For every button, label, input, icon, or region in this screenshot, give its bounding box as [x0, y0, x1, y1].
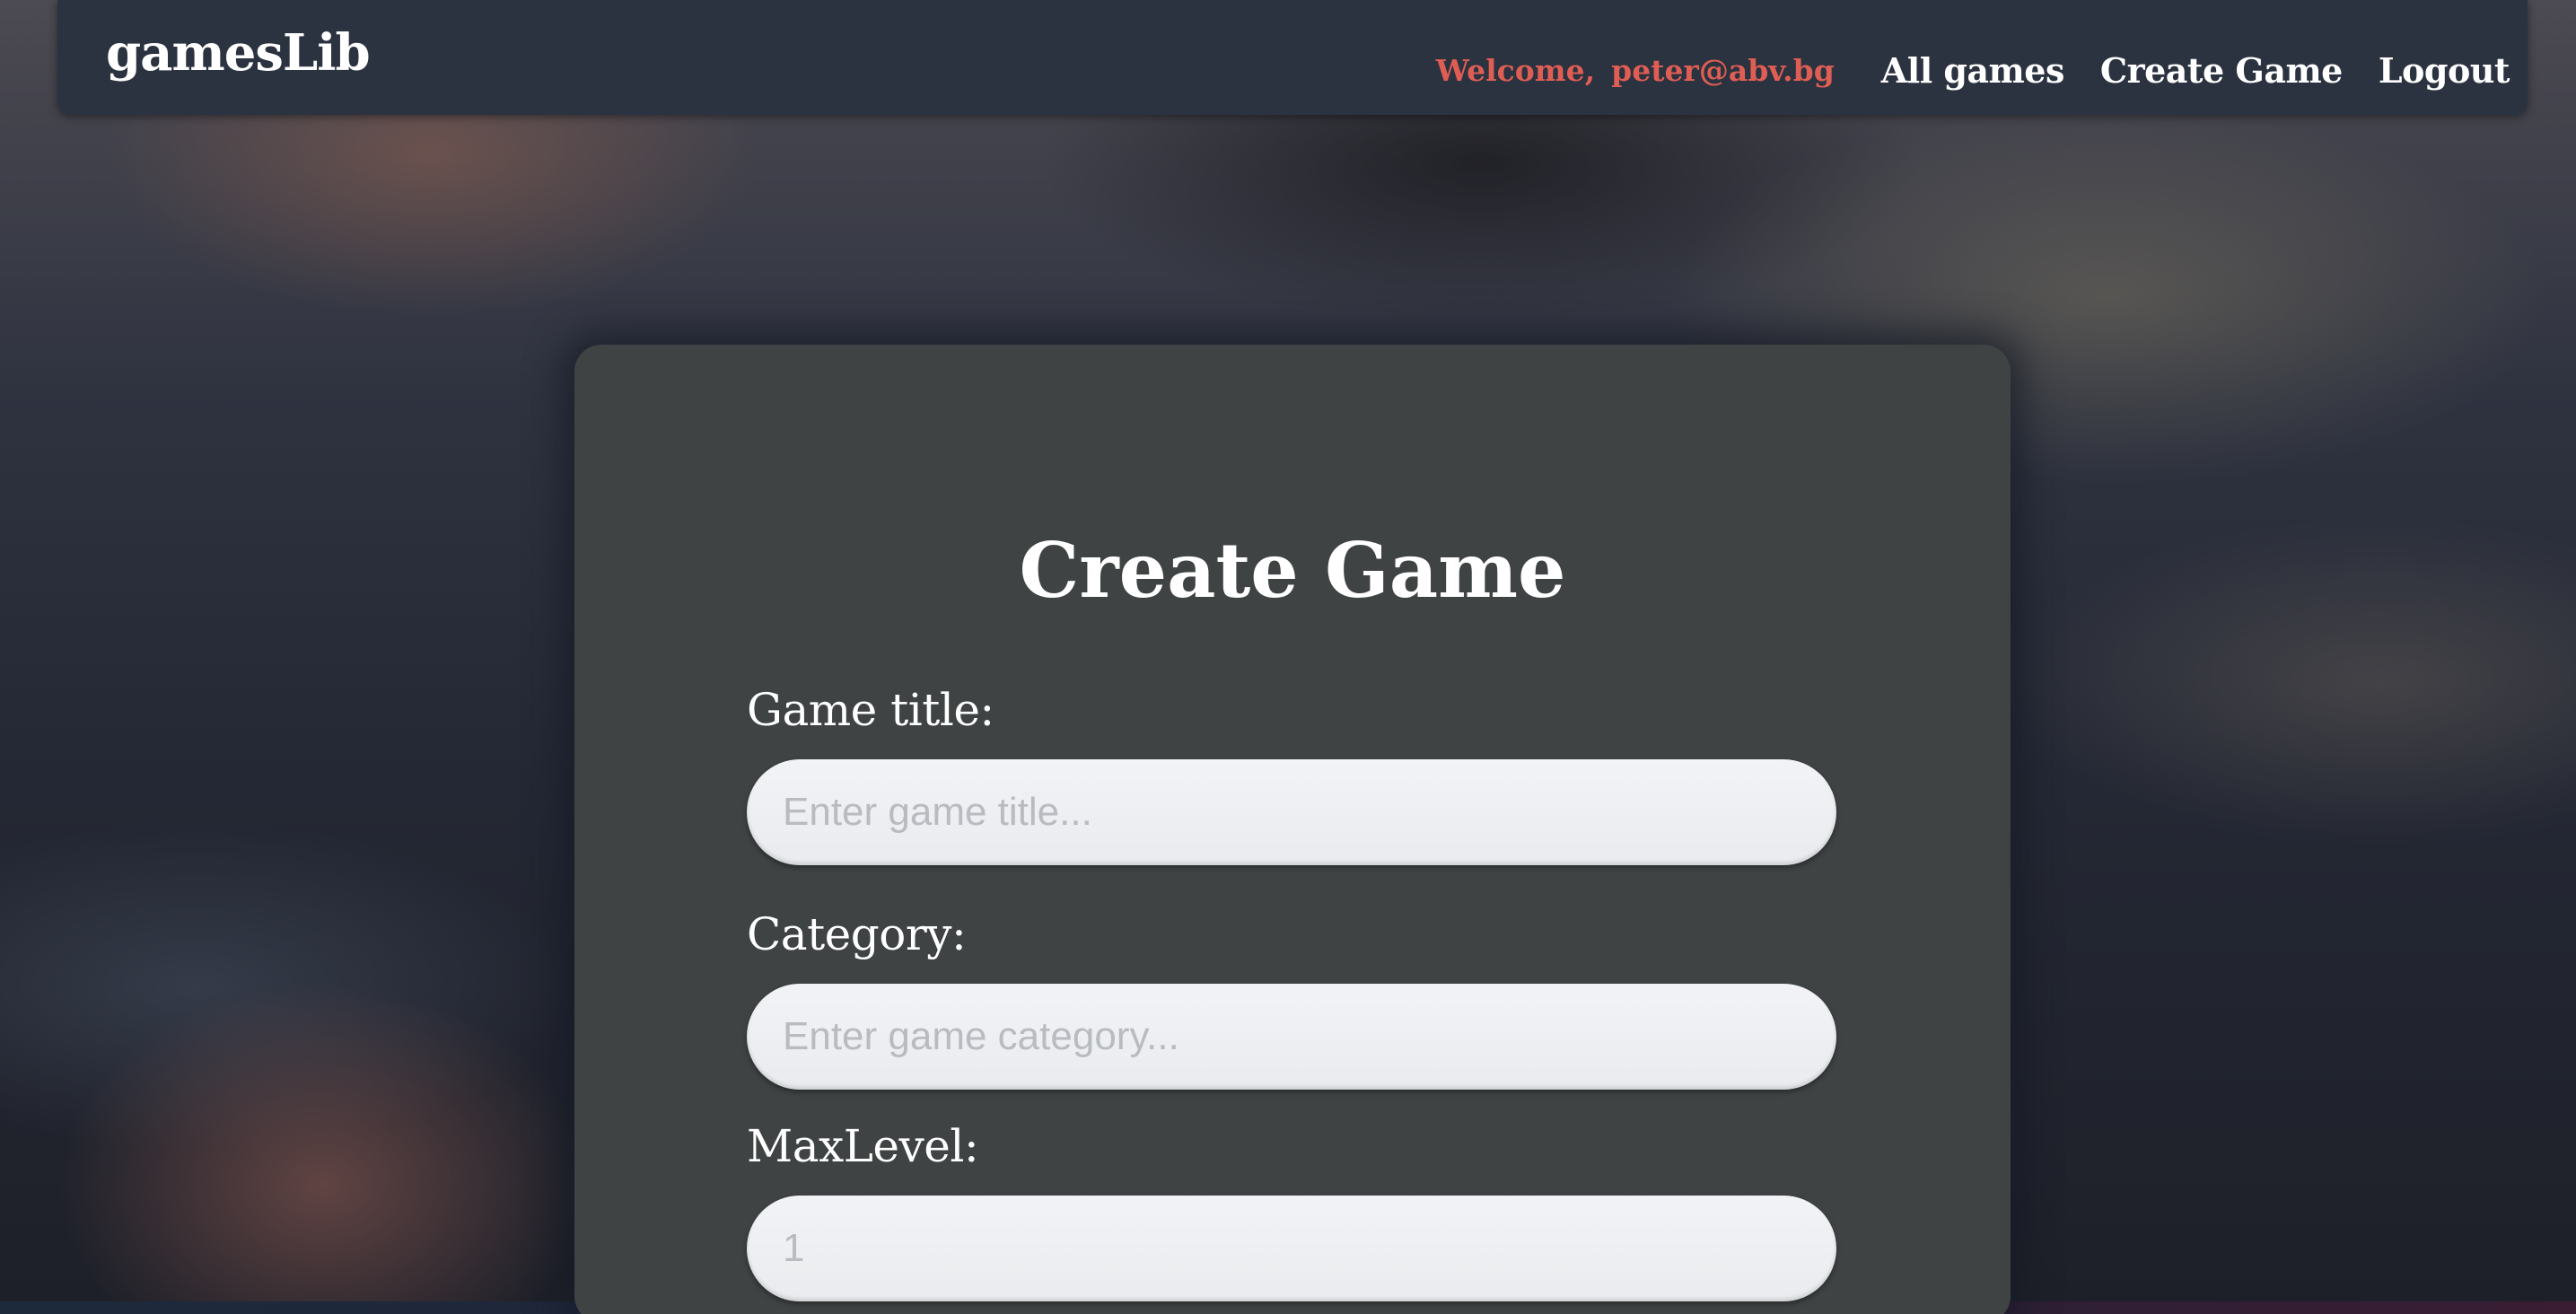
nav-link-logout[interactable]: Logout [2379, 50, 2510, 91]
welcome-message: Welcome, peter@abv.bg [1436, 53, 1835, 88]
max-level-input[interactable] [747, 1196, 1836, 1301]
user-email: peter@abv.bg [1611, 53, 1835, 88]
nav-link-all-games[interactable]: All games [1881, 50, 2065, 91]
max-level-label: MaxLevel: [747, 1120, 979, 1172]
game-title-label: Game title: [747, 684, 994, 736]
category-label: Category: [747, 908, 967, 960]
category-input[interactable] [747, 984, 1836, 1090]
brand-logo-link[interactable]: gamesLib [106, 23, 371, 83]
welcome-prefix: Welcome, [1435, 53, 1596, 88]
nav-right-group: Welcome, peter@abv.bg All games Create Ga… [1436, 50, 2510, 91]
create-game-form-card: Create Game Game title: Category: MaxLev… [574, 345, 2011, 1314]
game-title-input[interactable] [747, 759, 1836, 865]
page-title: Create Game [1019, 526, 1566, 615]
top-navbar: gamesLib Welcome, peter@abv.bg All games … [57, 0, 2528, 115]
nav-link-create-game[interactable]: Create Game [2100, 50, 2343, 91]
